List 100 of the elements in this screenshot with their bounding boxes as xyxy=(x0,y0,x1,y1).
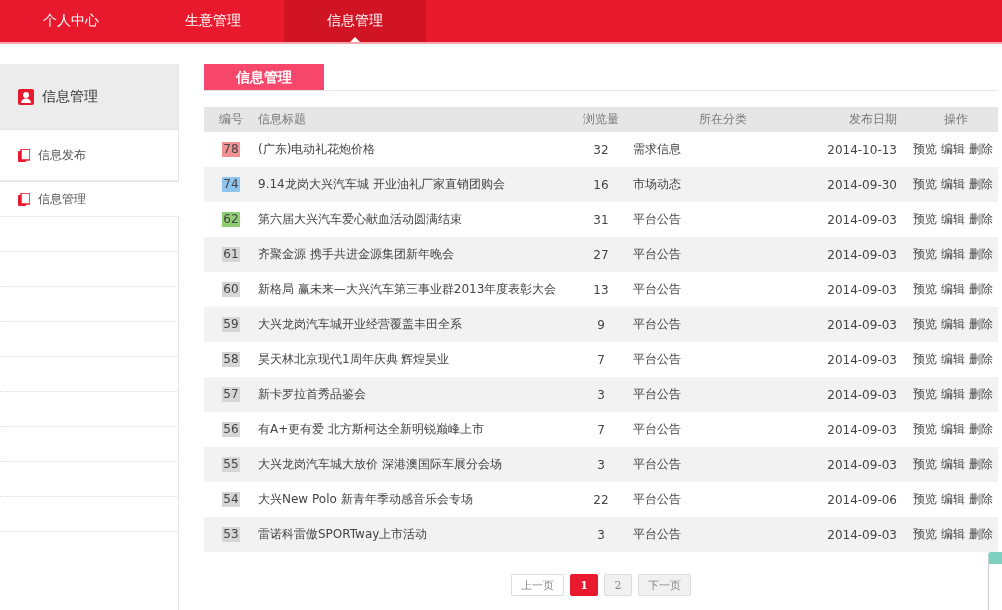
publish-date: 2014-09-03 xyxy=(827,247,897,262)
info-title: 9.14龙岗大兴汽车城 开业油礼厂家直销团购会 xyxy=(258,177,505,191)
info-title: 齐聚金源 携手共进金源集团新年晚会 xyxy=(258,247,454,261)
view-count: 7 xyxy=(597,352,605,367)
view-count: 13 xyxy=(593,282,609,297)
category-text: 平台公告 xyxy=(633,247,681,261)
action-link[interactable]: 预览 xyxy=(913,281,937,298)
id-badge: 57 xyxy=(222,387,240,402)
view-count: 31 xyxy=(593,212,609,227)
category-text: 平台公告 xyxy=(633,457,681,471)
action-link[interactable]: 删除 xyxy=(969,526,993,543)
clipboard-icon xyxy=(18,192,30,206)
column-header: 信息标题 xyxy=(258,112,306,126)
user-icon xyxy=(18,88,34,105)
id-badge: 54 xyxy=(222,492,240,507)
action-link[interactable]: 编辑 xyxy=(941,176,965,193)
publish-date: 2014-09-03 xyxy=(827,527,897,542)
action-link[interactable]: 编辑 xyxy=(941,526,965,543)
action-link[interactable]: 删除 xyxy=(969,421,993,438)
action-link[interactable]: 删除 xyxy=(969,211,993,228)
view-count: 3 xyxy=(597,457,605,472)
action-link[interactable]: 删除 xyxy=(969,456,993,473)
action-link[interactable]: 删除 xyxy=(969,386,993,403)
prev-page-button[interactable]: 上一页 xyxy=(511,574,564,596)
column-header: 操作 xyxy=(943,111,968,128)
action-link[interactable]: 删除 xyxy=(969,141,993,158)
nav-tab[interactable]: 信息管理 xyxy=(284,0,426,42)
column-header: 发布日期 xyxy=(849,112,897,126)
view-count: 16 xyxy=(593,177,609,192)
view-count: 27 xyxy=(593,247,609,262)
info-title: 大兴New Polo 新青年季动感音乐会专场 xyxy=(258,492,473,506)
action-link[interactable]: 编辑 xyxy=(941,421,965,438)
id-badge: 78 xyxy=(222,142,240,157)
id-badge: 61 xyxy=(222,247,240,262)
action-link[interactable]: 编辑 xyxy=(941,281,965,298)
publish-date: 2014-09-03 xyxy=(827,457,897,472)
publish-date: 2014-09-03 xyxy=(827,317,897,332)
publish-date: 2014-09-03 xyxy=(827,352,897,367)
info-title: 大兴龙岗汽车城大放价 深港澳国际车展分会场 xyxy=(258,457,502,471)
publish-date: 2014-09-03 xyxy=(827,282,897,297)
info-title: 雷诺科雷傲SPORTway上市活动 xyxy=(258,527,428,541)
action-link[interactable]: 预览 xyxy=(913,316,937,333)
category-text: 市场动态 xyxy=(633,177,681,191)
action-link[interactable]: 删除 xyxy=(969,176,993,193)
id-badge: 59 xyxy=(222,317,240,332)
column-header: 浏览量 xyxy=(583,112,619,126)
action-link[interactable]: 删除 xyxy=(969,351,993,368)
category-text: 平台公告 xyxy=(633,387,681,401)
action-link[interactable]: 编辑 xyxy=(941,316,965,333)
action-link[interactable]: 预览 xyxy=(913,141,937,158)
info-title: 有A+更有爱 北方斯柯达全新明锐巅峰上市 xyxy=(258,422,485,436)
category-text: 平台公告 xyxy=(633,212,681,226)
sidebar-item[interactable]: 信息管理 xyxy=(0,181,179,217)
info-title: 第六届大兴汽车爱心献血活动圆满结束 xyxy=(258,212,462,226)
category-text: 平台公告 xyxy=(633,317,681,331)
nav-tab[interactable]: 个人中心 xyxy=(0,0,142,42)
action-link[interactable]: 预览 xyxy=(913,176,937,193)
action-link[interactable]: 预览 xyxy=(913,386,937,403)
action-link[interactable]: 预览 xyxy=(913,526,937,543)
action-link[interactable]: 编辑 xyxy=(941,351,965,368)
action-link[interactable]: 删除 xyxy=(969,281,993,298)
view-count: 3 xyxy=(597,527,605,542)
category-text: 平台公告 xyxy=(633,282,681,296)
page-button[interactable]: 1 xyxy=(570,574,598,596)
action-link[interactable]: 预览 xyxy=(913,211,937,228)
publish-date: 2014-09-06 xyxy=(827,492,897,507)
column-header: 编号 xyxy=(219,112,243,126)
action-link[interactable]: 编辑 xyxy=(941,141,965,158)
id-badge: 62 xyxy=(222,212,240,227)
action-link[interactable]: 删除 xyxy=(969,246,993,263)
category-text: 需求信息 xyxy=(633,142,681,156)
action-link[interactable]: 预览 xyxy=(913,351,937,368)
id-badge: 60 xyxy=(222,282,240,297)
action-link[interactable]: 编辑 xyxy=(941,246,965,263)
view-count: 7 xyxy=(597,422,605,437)
publish-date: 2014-10-13 xyxy=(827,142,897,157)
info-title: 昊天林北京现代1周年庆典 辉煌昊业 xyxy=(258,352,450,366)
view-count: 9 xyxy=(597,317,605,332)
action-link[interactable]: 编辑 xyxy=(941,211,965,228)
info-title: 新格局 赢未来—大兴汽车第三事业群2013年度表彰大会 xyxy=(258,282,557,296)
action-link[interactable]: 预览 xyxy=(913,491,937,508)
sidebar-title: 信息管理 xyxy=(42,87,98,106)
sidebar-item[interactable]: 信息发布 xyxy=(0,129,179,181)
publish-date: 2014-09-03 xyxy=(827,387,897,402)
action-link[interactable]: 预览 xyxy=(913,421,937,438)
action-link[interactable]: 预览 xyxy=(913,456,937,473)
nav-tab[interactable]: 生意管理 xyxy=(142,0,284,42)
info-title: 大兴龙岗汽车城开业经营覆盖丰田全系 xyxy=(258,317,462,331)
category-text: 平台公告 xyxy=(633,422,681,436)
publish-date: 2014-09-03 xyxy=(827,212,897,227)
action-link[interactable]: 编辑 xyxy=(941,386,965,403)
info-title: (广东)电动礼花炮价格 xyxy=(258,142,376,156)
action-link[interactable]: 删除 xyxy=(969,491,993,508)
action-link[interactable]: 编辑 xyxy=(941,456,965,473)
action-link[interactable]: 预览 xyxy=(913,246,937,263)
id-badge: 58 xyxy=(222,352,240,367)
id-badge: 56 xyxy=(222,422,240,437)
action-link[interactable]: 删除 xyxy=(969,316,993,333)
action-link[interactable]: 编辑 xyxy=(941,491,965,508)
view-count: 22 xyxy=(593,492,609,507)
